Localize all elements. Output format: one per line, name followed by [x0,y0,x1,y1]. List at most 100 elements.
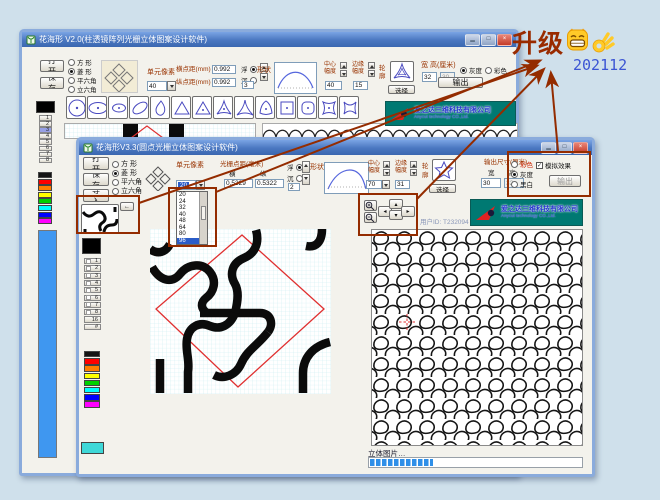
gallery-concave-triangle-button[interactable] [213,96,233,119]
minimize-button[interactable]: ▁ [541,142,556,154]
gallery-ellipse-wide-button[interactable] [87,96,107,119]
close-button[interactable]: × [497,34,512,46]
minimize-button[interactable]: ▁ [465,34,480,46]
palette-color[interactable] [38,218,52,224]
layer-button[interactable]: 7 [39,152,52,158]
palette-color[interactable] [38,192,52,198]
layer-button[interactable]: 2 [84,265,101,271]
layer-button[interactable]: # [84,324,101,330]
zoom-out-button[interactable] [364,212,377,223]
pitch-h-field[interactable]: 0.5329 [224,179,253,188]
current-color-swatch[interactable] [82,238,101,254]
gallery-ellipse-small-button[interactable] [108,96,128,119]
outline-shape-button[interactable] [390,61,414,82]
layer-button[interactable]: 4 [39,133,52,139]
pan-right-button[interactable]: ▸ [401,206,415,217]
size-w-field[interactable]: 32 [422,72,437,82]
zoom-in-button[interactable] [364,200,377,211]
depth-field[interactable]: 2 [288,183,300,191]
layer-button[interactable]: 7 [84,302,101,308]
radio-point-hex[interactable]: 立六角 [112,186,142,196]
import-button[interactable]: 导入 [83,189,109,202]
palette-color[interactable] [84,394,100,400]
layer-button[interactable]: 16 [84,316,101,322]
palette-color[interactable] [38,179,52,185]
palette-color[interactable] [84,401,100,407]
radio-float[interactable]: 浮 [241,64,257,74]
titlebar-v2[interactable]: 花海形 V2.0(柱透镜阵列光栅立体图案设计软件) ▁ □ × [22,32,516,47]
save-button[interactable]: 保存 [83,173,109,186]
edge-amp-spinner[interactable] [368,62,375,77]
unit-pixel-dropdown-list[interactable]: 20 24 32 40 48 64 80 96 [176,191,208,245]
palette-color[interactable] [84,373,100,379]
gallery-leaf-button[interactable] [129,96,149,119]
outline-select-button[interactable]: 选择 [388,85,415,94]
palette-color[interactable] [38,205,52,211]
radio-color[interactable]: 彩色 [511,159,533,169]
radio-color[interactable]: 彩色 [485,65,507,75]
dropdown-scrollbar[interactable] [199,192,207,244]
output-button[interactable]: 输出 [438,77,483,88]
dropdown-option[interactable]: 96 [177,238,200,245]
layer-button[interactable]: 6 [84,295,101,301]
layer-button[interactable]: 8 [84,309,101,315]
palette-color[interactable] [38,212,52,218]
center-amp-spinner[interactable] [340,62,347,77]
combo-arrow-icon[interactable] [167,81,176,91]
unit-pixel-combo[interactable]: 40 [147,81,167,91]
gallery-triangle-button[interactable] [171,96,191,119]
gallery-drop-button[interactable] [150,96,170,119]
palette-color[interactable] [84,387,100,393]
center-amp-field[interactable]: 40 [325,81,342,90]
pitch-v-field[interactable]: 0.5322 [255,179,284,188]
selected-color-swatch[interactable] [81,442,104,454]
radio-float[interactable]: 浮 [287,162,303,172]
palette-color[interactable] [84,358,100,364]
close-button[interactable]: × [573,142,588,154]
radio-bw[interactable]: 黑白 [511,179,533,189]
gallery-square-dot-button[interactable] [276,96,296,119]
simulate-checkbox[interactable]: 模拟效果 [536,160,571,170]
combo-arrow-icon[interactable] [382,180,390,189]
gallery-circle-button[interactable] [66,96,86,119]
combo-arrow-icon[interactable] [196,180,205,190]
gallery-rounded-square-button[interactable] [297,96,317,119]
motif-preview-button[interactable] [81,204,119,234]
layer-button[interactable]: 5 [39,139,52,145]
radio-sink[interactable]: 沉 [287,173,303,183]
tiled-preview-pane[interactable] [371,229,583,446]
pitch-h-field[interactable]: 0.992 [212,65,236,74]
maximize-button[interactable]: □ [557,142,572,154]
radio-point-hex[interactable]: 立六角 [68,84,97,94]
palette-color[interactable] [84,380,100,386]
depth-spinner[interactable] [302,161,310,185]
edge-amp-spinner[interactable] [410,161,417,176]
output-button[interactable]: 输出 [549,175,581,187]
pitch-v-field[interactable]: 0.992 [212,78,236,87]
gallery-pillow-button[interactable] [318,96,338,119]
current-color-swatch[interactable] [36,101,55,113]
layer-button[interactable]: 3 [39,127,52,133]
palette-color[interactable] [84,351,100,357]
palette-color[interactable] [38,198,52,204]
layer-button[interactable]: 1 [84,258,101,264]
center-amp-spinner[interactable] [383,161,390,176]
gallery-triangle-dot-button[interactable] [192,96,212,119]
layer-button[interactable]: 4 [84,280,101,286]
radio-grayscale[interactable]: 灰度 [460,65,482,75]
unit-pixel-combo[interactable]: 20 [176,180,196,190]
gallery-bowtie-button[interactable] [339,96,359,119]
layer-button[interactable]: 8 [39,158,52,164]
open-button[interactable]: 打开 [40,60,64,72]
layer-button[interactable]: 5 [84,287,101,293]
titlebar-v3[interactable]: 花海形V3.3(圆点光栅立体图案设计软件) ▁ □ × [79,140,592,155]
palette-color[interactable] [38,185,52,191]
palette-color[interactable] [84,365,100,371]
gallery-star3-button[interactable] [234,96,254,119]
edge-amp-field[interactable]: 15 [353,81,368,90]
center-amp-field[interactable]: 70 [366,180,382,189]
maximize-button[interactable]: □ [481,34,496,46]
layer-button[interactable]: 1 [39,115,52,121]
apply-left-button[interactable]: ← [120,202,134,211]
edge-amp-field[interactable]: 31 [395,180,410,189]
